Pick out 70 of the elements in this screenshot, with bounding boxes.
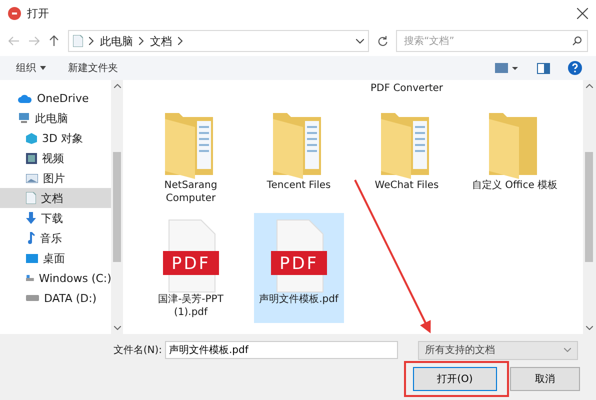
drive-icon bbox=[26, 295, 39, 301]
scroll-down-icon[interactable] bbox=[586, 326, 593, 330]
caret-icon bbox=[40, 66, 46, 70]
sidebar-item[interactable]: 视频 bbox=[0, 148, 112, 168]
sidebar-item[interactable]: OneDrive bbox=[0, 88, 112, 108]
refresh-icon[interactable] bbox=[377, 36, 388, 46]
breadcrumb[interactable]: 此电脑 bbox=[100, 34, 133, 48]
file-name: WeChat Files bbox=[374, 179, 440, 192]
film-icon bbox=[26, 152, 37, 164]
file-item[interactable]: Tencent Files bbox=[254, 103, 344, 209]
close-icon[interactable] bbox=[577, 8, 588, 18]
scrollbar[interactable] bbox=[111, 80, 123, 334]
sidebar-item[interactable]: 下载 bbox=[0, 208, 112, 228]
sidebar-item[interactable]: 音乐 bbox=[0, 228, 112, 248]
sidebar-item[interactable]: 桌面 bbox=[0, 248, 112, 268]
search-box[interactable]: 搜索“文档” bbox=[396, 30, 588, 52]
file-name: 声明文件模板.pdf bbox=[258, 293, 340, 306]
file-type-text: 所有支持的文档 bbox=[425, 344, 495, 357]
sidebar-item[interactable]: DATA (D:) bbox=[0, 288, 112, 308]
sidebar-item[interactable]: 图片 bbox=[0, 168, 112, 188]
file-type-dropdown[interactable]: 所有支持的文档 bbox=[418, 340, 578, 360]
chevron-down-icon bbox=[564, 348, 571, 352]
new-folder-button[interactable]: 新建文件夹 bbox=[66, 59, 120, 77]
preview-pane-icon[interactable] bbox=[537, 62, 550, 74]
file-item[interactable]: PDF 声明文件模板.pdf bbox=[254, 213, 344, 323]
chevron-icon bbox=[89, 37, 94, 45]
up-arrow-icon[interactable] bbox=[48, 35, 60, 47]
file-name: 国津-吴芳-PPT (1).pdf bbox=[157, 293, 224, 319]
filename-field[interactable]: 声明文件模板.pdf bbox=[165, 341, 398, 359]
organize-button[interactable]: 组织 bbox=[14, 59, 48, 77]
desktop-icon bbox=[26, 254, 38, 262]
sidebar-item[interactable]: Windows (C:) bbox=[0, 268, 112, 288]
picture-icon bbox=[26, 174, 38, 182]
music-note-icon bbox=[26, 232, 35, 244]
cloud-icon bbox=[18, 94, 32, 102]
file-item[interactable]: PDF 国津-吴芳-PPT (1).pdf bbox=[146, 213, 236, 323]
file-item[interactable]: WeChat Files bbox=[362, 103, 452, 209]
search-icon bbox=[572, 36, 582, 46]
chevron-icon bbox=[178, 37, 183, 45]
computer-icon bbox=[18, 112, 30, 124]
sidebar-item[interactable]: 文档 bbox=[0, 188, 112, 208]
dropdown-icon[interactable] bbox=[356, 38, 364, 44]
help-icon[interactable] bbox=[568, 61, 582, 75]
scroll-down-icon[interactable] bbox=[114, 326, 121, 330]
open-button[interactable]: 打开(O) bbox=[413, 367, 497, 391]
filename-label: 文件名(N): bbox=[112, 344, 163, 357]
file-name: Tencent Files bbox=[266, 179, 332, 192]
document-icon bbox=[26, 192, 36, 204]
file-item[interactable]: 自定义 Office 模板 bbox=[470, 103, 560, 209]
view-options-icon[interactable] bbox=[495, 63, 519, 73]
document-icon bbox=[73, 35, 83, 47]
file-item[interactable]: PDF Converter bbox=[362, 76, 452, 99]
window-title: 打开 bbox=[27, 6, 50, 20]
scrollbar[interactable] bbox=[582, 80, 596, 334]
breadcrumb[interactable]: 文档 bbox=[150, 34, 172, 48]
scroll-up-icon[interactable] bbox=[586, 84, 593, 88]
address-bar[interactable]: 此电脑 文档 bbox=[68, 30, 369, 52]
sidebar-item[interactable]: 3D 对象 bbox=[0, 128, 112, 148]
drive-icon bbox=[26, 273, 34, 283]
chevron-icon bbox=[139, 37, 144, 45]
app-logo-icon bbox=[8, 6, 21, 20]
cube-icon bbox=[26, 132, 37, 144]
cancel-button[interactable]: 取消 bbox=[510, 367, 580, 391]
file-name: NetSarang Computer bbox=[163, 179, 218, 205]
scroll-up-icon[interactable] bbox=[114, 84, 121, 88]
sidebar-item[interactable]: 此电脑 bbox=[0, 108, 112, 128]
file-item[interactable]: NetSarang Computer bbox=[146, 103, 236, 209]
file-name: 自定义 Office 模板 bbox=[470, 179, 559, 192]
download-icon bbox=[26, 212, 36, 224]
file-name: PDF Converter bbox=[370, 82, 444, 95]
